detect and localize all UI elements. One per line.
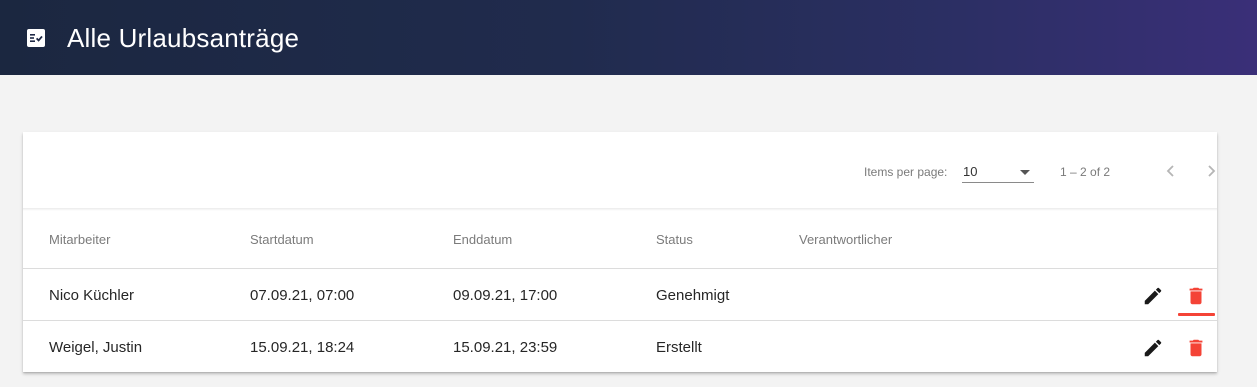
items-per-page-value: 10: [963, 164, 978, 179]
header-divider: [23, 268, 1217, 269]
pencil-icon: [1144, 339, 1162, 357]
paginator: Items per page: 10 1 – 2 of 2: [23, 132, 1217, 210]
row-divider: [23, 320, 1217, 321]
cell-status: Genehmigt: [656, 287, 730, 304]
trash-icon: [1189, 287, 1203, 305]
chevron-down-icon: [1020, 170, 1030, 175]
column-header-status[interactable]: Status: [656, 232, 693, 247]
column-header-mitarbeiter[interactable]: Mitarbeiter: [49, 232, 110, 247]
delete-focus-indicator: [1178, 313, 1215, 316]
app-header: Alle Urlaubsanträge: [0, 0, 1257, 75]
leave-requests-table-card: Items per page: 10 1 – 2 of 2 Mitarbeite…: [23, 132, 1217, 372]
toolbar-divider: [23, 208, 1217, 211]
delete-button[interactable]: [1185, 337, 1207, 359]
trash-icon: [1189, 339, 1203, 357]
cell-mitarbeiter: Weigel, Justin: [49, 339, 143, 356]
chevron-left-icon: [1166, 165, 1174, 177]
cell-mitarbeiter: Nico Küchler: [49, 287, 135, 304]
previous-page-button[interactable]: [1162, 162, 1180, 180]
edit-button[interactable]: [1142, 285, 1164, 307]
edit-button[interactable]: [1142, 337, 1164, 359]
cell-startdatum: 15.09.21, 18:24: [250, 339, 355, 356]
range-label: 1 – 2 of 2: [1060, 165, 1111, 179]
column-header-startdatum[interactable]: Startdatum: [250, 232, 314, 247]
items-per-page-label: Items per page:: [864, 165, 948, 179]
items-per-page-select[interactable]: 10: [962, 161, 1034, 183]
cell-startdatum: 07.09.21, 07:00: [250, 287, 355, 304]
cell-enddatum: 15.09.21, 23:59: [453, 339, 558, 356]
page-title: Alle Urlaubsanträge: [67, 23, 300, 53]
next-page-button[interactable]: [1202, 162, 1220, 180]
column-header-enddatum[interactable]: Enddatum: [453, 232, 512, 247]
column-header-verantwortlicher[interactable]: Verantwortlicher: [799, 232, 892, 247]
delete-button[interactable]: [1185, 285, 1207, 307]
pencil-icon: [1144, 287, 1162, 305]
chevron-right-icon: [1208, 165, 1216, 177]
cell-status: Erstellt: [656, 339, 702, 356]
cell-enddatum: 09.09.21, 17:00: [453, 287, 558, 304]
event-list-icon: [27, 29, 45, 47]
